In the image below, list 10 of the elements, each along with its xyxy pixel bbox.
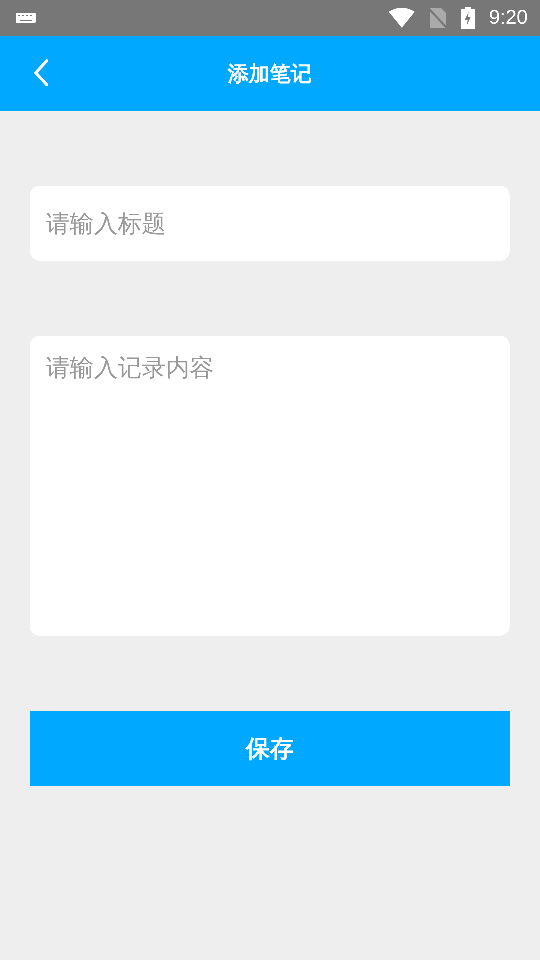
no-sim-icon [429, 8, 448, 28]
wifi-icon [389, 8, 416, 28]
content-input-field[interactable]: 请输入记录内容 [30, 336, 510, 636]
status-time: 9:20 [489, 6, 528, 30]
title-input-field[interactable]: 请输入标题 [30, 186, 510, 261]
keyboard-icon [16, 13, 36, 23]
back-icon[interactable] [33, 59, 49, 87]
battery-icon [461, 7, 476, 29]
page-title: 添加笔记 [228, 60, 312, 88]
save-button[interactable]: 保存 [30, 711, 510, 786]
